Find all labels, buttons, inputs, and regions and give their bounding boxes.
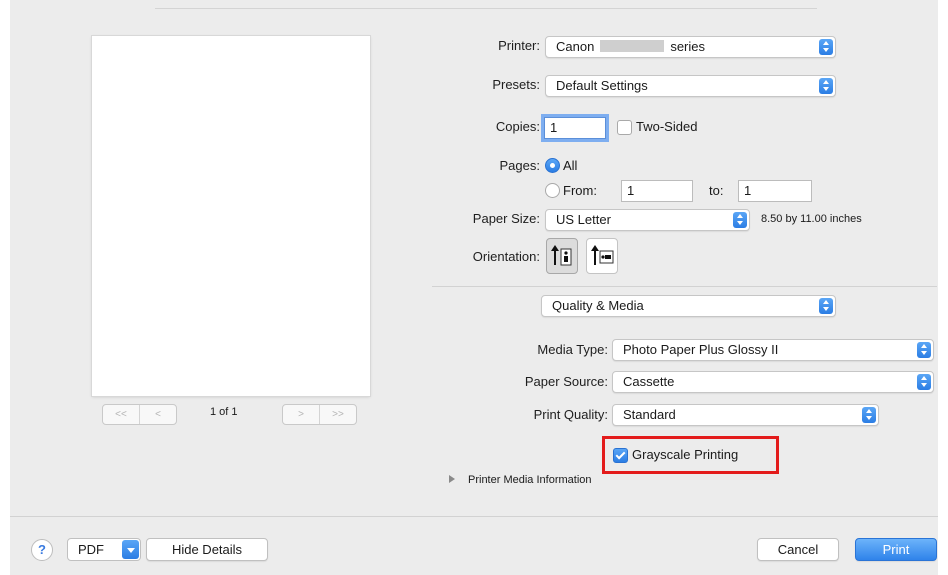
pdf-label: PDF (78, 542, 104, 557)
printer-label: Printer: (498, 38, 540, 53)
popup-arrows-icon (733, 212, 747, 228)
paper-size-value: US Letter (556, 212, 611, 227)
section-divider (432, 286, 937, 287)
preview-back-nav: << < (102, 404, 177, 425)
print-quality-label: Print Quality: (533, 407, 608, 422)
paper-source-popup[interactable]: Cassette (612, 371, 934, 393)
pages-from-radio[interactable] (545, 183, 560, 198)
section-popup[interactable]: Quality & Media (541, 295, 836, 317)
top-divider (155, 8, 817, 9)
grayscale-label: Grayscale Printing (632, 447, 739, 462)
help-button[interactable]: ? (31, 539, 53, 561)
print-button[interactable]: Print (855, 538, 937, 561)
first-page-button[interactable]: << (103, 405, 139, 424)
section-value: Quality & Media (552, 298, 644, 313)
popup-arrows-icon (862, 407, 876, 423)
media-type-value: Photo Paper Plus Glossy II (623, 342, 779, 357)
disclosure-triangle-icon[interactable] (449, 475, 455, 483)
paper-size-popup[interactable]: US Letter (545, 209, 750, 231)
chevron-down-icon (122, 540, 139, 559)
copies-label: Copies: (495, 119, 540, 134)
printer-value: Canon series (556, 39, 705, 54)
pages-all-label: All (563, 158, 578, 173)
popup-arrows-icon (819, 298, 833, 314)
media-type-popup[interactable]: Photo Paper Plus Glossy II (612, 339, 934, 361)
paper-size-label: Paper Size: (472, 211, 540, 226)
orientation-landscape-button[interactable] (586, 238, 618, 274)
two-sided-label: Two-Sided (636, 119, 698, 134)
pages-from-input[interactable]: 1 (621, 180, 693, 202)
presets-value: Default Settings (556, 78, 648, 93)
printer-media-info-label[interactable]: Printer Media Information (468, 474, 592, 486)
presets-label: Presets: (492, 77, 540, 92)
paper-source-label: Paper Source: (524, 374, 608, 389)
paper-dimensions: 8.50 by 11.00 inches (761, 213, 862, 225)
pages-to-label: to: (709, 183, 724, 198)
pages-from-label: From: (563, 183, 597, 198)
print-quality-popup[interactable]: Standard (612, 404, 879, 426)
print-quality-value: Standard (623, 407, 676, 422)
last-page-button[interactable]: >> (319, 405, 356, 424)
pages-all-radio[interactable] (545, 158, 560, 173)
portrait-icon (551, 245, 572, 266)
grayscale-checkbox[interactable] (613, 448, 628, 463)
pages-label: Pages: (499, 158, 540, 173)
orientation-label: Orientation: (472, 249, 540, 264)
landscape-icon (591, 245, 614, 265)
media-type-label: Media Type: (537, 342, 608, 357)
popup-arrows-icon (917, 342, 931, 358)
presets-popup[interactable]: Default Settings (545, 75, 836, 97)
next-page-button[interactable]: > (283, 405, 319, 424)
orientation-portrait-button[interactable] (546, 238, 578, 274)
page-indicator: 1 of 1 (210, 406, 238, 418)
preview-forward-nav: > >> (282, 404, 357, 425)
pdf-menu-button[interactable]: PDF (67, 538, 141, 561)
printer-popup[interactable]: Canon series (545, 36, 836, 58)
cancel-button[interactable]: Cancel (757, 538, 839, 561)
page-preview (92, 36, 370, 396)
hide-details-button[interactable]: Hide Details (146, 538, 268, 561)
two-sided-checkbox[interactable] (617, 120, 632, 135)
paper-source-value: Cassette (623, 374, 675, 389)
previous-page-button[interactable]: < (139, 405, 176, 424)
popup-arrows-icon (917, 374, 931, 390)
copies-input[interactable]: 1 (544, 117, 606, 139)
pages-to-input[interactable]: 1 (738, 180, 812, 202)
redacted-model (600, 40, 665, 52)
popup-arrows-icon (819, 39, 833, 55)
popup-arrows-icon (819, 78, 833, 94)
footer-divider (10, 516, 938, 517)
